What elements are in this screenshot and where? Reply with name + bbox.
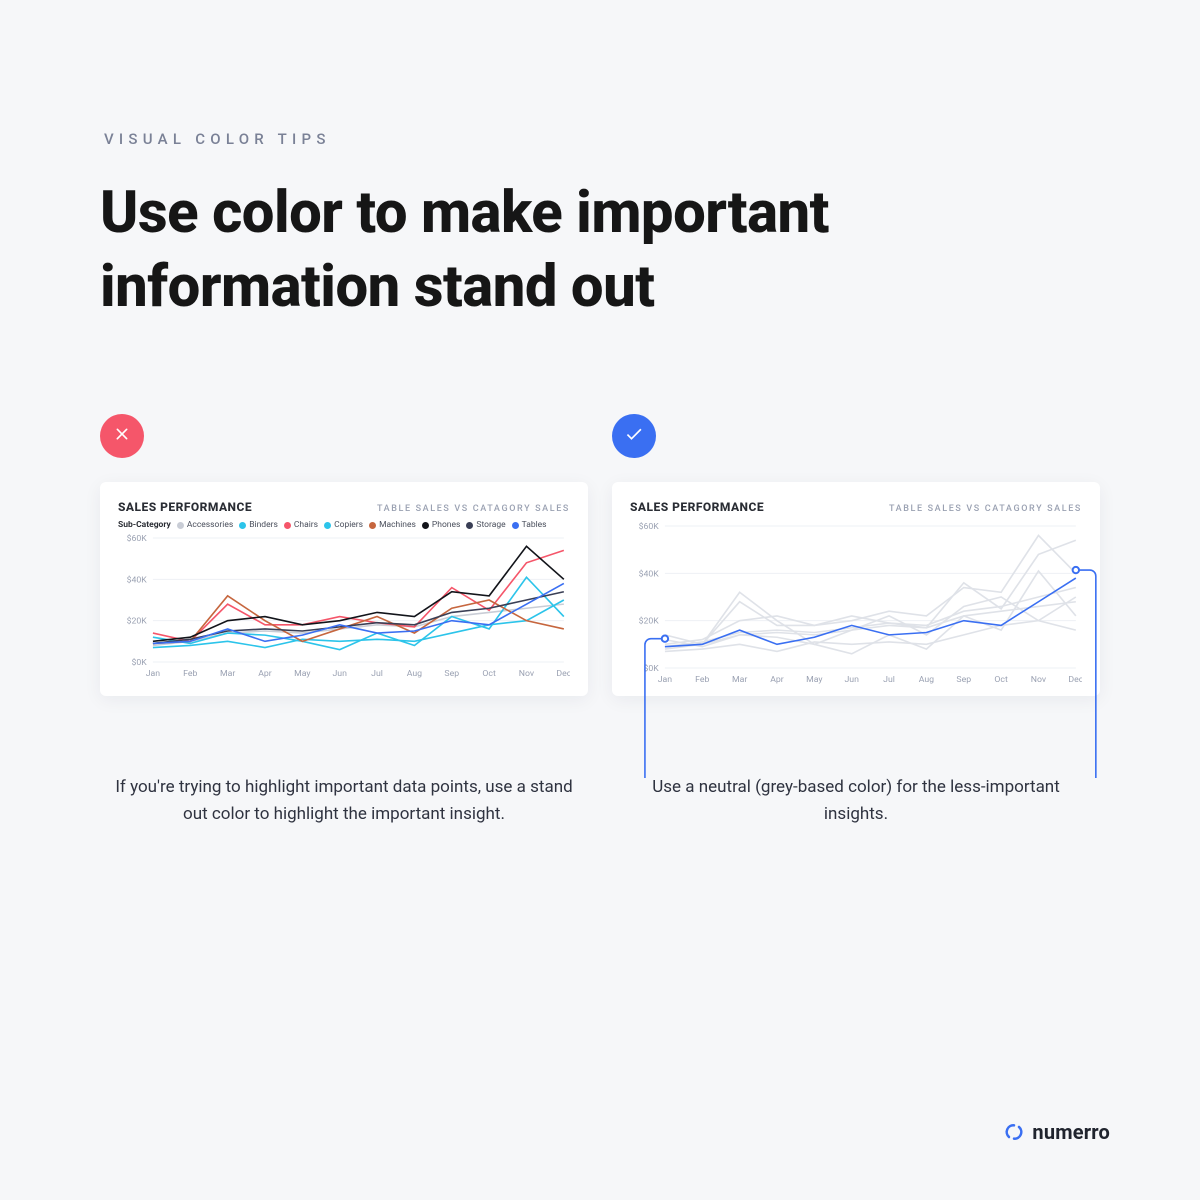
good-line-chart: $0K $20K $40K $60K Jan Feb Mar Apr May Jun Jul Aug S… bbox=[630, 520, 1082, 686]
legend-text: Phones bbox=[432, 520, 460, 530]
legend-swatch bbox=[466, 522, 473, 529]
svg-text:$20K: $20K bbox=[127, 616, 148, 627]
svg-text:May: May bbox=[806, 676, 822, 686]
good-caption: Use a neutral (grey-based color) for the… bbox=[612, 774, 1100, 827]
legend-item: Storage bbox=[466, 520, 505, 530]
legend-swatch bbox=[422, 522, 429, 529]
good-chart-subtitle: TABLE SALES VS CATAGORY SALES bbox=[889, 504, 1082, 514]
legend-text: Tables bbox=[522, 520, 547, 530]
svg-text:Sep: Sep bbox=[444, 670, 459, 680]
bad-chart-title: SALES PERFORMANCE bbox=[118, 500, 252, 514]
legend-text: Accessories bbox=[187, 520, 233, 530]
bad-chart-legend: Sub-Category Accessories Binders Chairs Cop… bbox=[118, 520, 570, 530]
legend-item: Chairs bbox=[284, 520, 318, 530]
svg-text:Jan: Jan bbox=[658, 676, 673, 686]
legend-swatch bbox=[512, 522, 519, 529]
svg-text:Aug: Aug bbox=[407, 670, 423, 680]
check-icon bbox=[624, 424, 644, 448]
legend-text: Binders bbox=[249, 520, 278, 530]
svg-text:$0K: $0K bbox=[131, 658, 147, 669]
svg-text:Dec: Dec bbox=[1068, 676, 1082, 686]
svg-text:Feb: Feb bbox=[183, 670, 197, 680]
legend-text: Copiers bbox=[334, 520, 363, 530]
svg-text:Apr: Apr bbox=[258, 670, 272, 680]
bad-caption: If you're trying to highlight important … bbox=[100, 774, 588, 827]
legend-swatch bbox=[324, 522, 331, 529]
svg-text:$40K: $40K bbox=[639, 569, 660, 580]
legend-item: Copiers bbox=[324, 520, 363, 530]
numerro-logo-icon bbox=[1004, 1122, 1024, 1142]
svg-text:Mar: Mar bbox=[732, 676, 747, 686]
legend-item: Tables bbox=[512, 520, 547, 530]
legend-item: Binders bbox=[239, 520, 278, 530]
cross-badge bbox=[100, 414, 144, 458]
page-title: Use color to make important information … bbox=[100, 176, 1100, 324]
svg-text:Oct: Oct bbox=[482, 670, 496, 680]
good-chart-card: SALES PERFORMANCE TABLE SALES VS CATAGOR… bbox=[612, 482, 1100, 696]
legend-item: Machines bbox=[369, 520, 416, 530]
legend-text: Storage bbox=[476, 520, 505, 530]
legend-swatch bbox=[177, 522, 184, 529]
footer-brand: numerro bbox=[1004, 1120, 1110, 1144]
legend-label: Sub-Category bbox=[118, 520, 171, 530]
svg-text:Dec: Dec bbox=[556, 670, 570, 680]
svg-text:Jul: Jul bbox=[883, 676, 895, 686]
svg-text:Jan: Jan bbox=[146, 670, 161, 680]
legend-text: Chairs bbox=[294, 520, 318, 530]
eyebrow: VISUAL COLOR TIPS bbox=[100, 130, 1100, 148]
svg-text:Sep: Sep bbox=[956, 676, 971, 686]
comparison-row: SALES PERFORMANCE TABLE SALES VS CATAGOR… bbox=[100, 414, 1100, 827]
bad-example-column: SALES PERFORMANCE TABLE SALES VS CATAGOR… bbox=[100, 414, 588, 827]
legend-text: Machines bbox=[379, 520, 416, 530]
cross-icon bbox=[112, 424, 132, 448]
good-example-column: SALES PERFORMANCE TABLE SALES VS CATAGOR… bbox=[612, 414, 1100, 827]
svg-text:Jun: Jun bbox=[332, 670, 347, 680]
svg-text:Aug: Aug bbox=[919, 676, 935, 686]
legend-swatch bbox=[284, 522, 291, 529]
svg-text:May: May bbox=[294, 670, 310, 680]
svg-text:$60K: $60K bbox=[127, 534, 148, 545]
legend-item: Accessories bbox=[177, 520, 233, 530]
svg-text:Jul: Jul bbox=[371, 670, 383, 680]
good-chart-title: SALES PERFORMANCE bbox=[630, 500, 764, 514]
legend-item: Phones bbox=[422, 520, 460, 530]
svg-text:Mar: Mar bbox=[220, 670, 235, 680]
check-badge bbox=[612, 414, 656, 458]
svg-text:Jun: Jun bbox=[844, 676, 859, 686]
bad-chart-subtitle: TABLE SALES VS CATAGORY SALES bbox=[377, 504, 570, 514]
svg-text:Nov: Nov bbox=[1031, 676, 1047, 686]
bad-line-chart: $0K $20K $40K $60K Jan Feb Mar Apr May Jun Jul Aug S… bbox=[118, 532, 570, 680]
svg-text:Apr: Apr bbox=[770, 676, 784, 686]
svg-text:Nov: Nov bbox=[519, 670, 535, 680]
svg-text:$0K: $0K bbox=[643, 664, 659, 675]
svg-text:Oct: Oct bbox=[994, 676, 1008, 686]
svg-text:$20K: $20K bbox=[639, 616, 660, 627]
footer-brand-text: numerro bbox=[1032, 1120, 1110, 1144]
svg-text:Feb: Feb bbox=[695, 676, 709, 686]
svg-text:$60K: $60K bbox=[639, 522, 660, 533]
legend-swatch bbox=[239, 522, 246, 529]
legend-swatch bbox=[369, 522, 376, 529]
bad-chart-card: SALES PERFORMANCE TABLE SALES VS CATAGOR… bbox=[100, 482, 588, 696]
svg-text:$40K: $40K bbox=[127, 575, 148, 586]
